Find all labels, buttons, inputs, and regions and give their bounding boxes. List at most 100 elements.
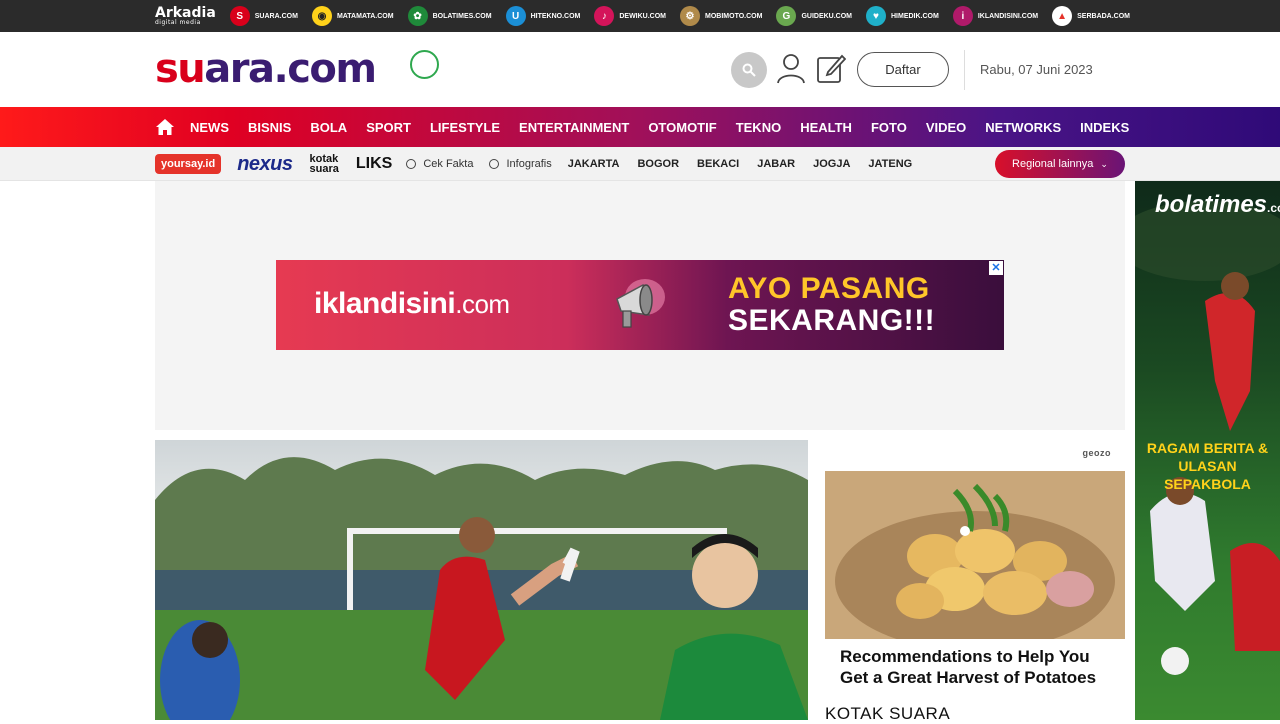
arkadia-logo[interactable]: Arkadia digital media [155, 6, 216, 26]
network-list: Arkadia digital media S SUARA.COM ◉ MATAMAT… [155, 0, 1144, 32]
sky-tagline-2: ULASAN SEPAKBOLA [1164, 458, 1251, 492]
main-nav: NEWS BISNIS BOLA SPORT LIFESTYLE ENTERTAINMEN… [0, 107, 1280, 147]
region-link-jogja[interactable]: JOGJA [813, 158, 850, 170]
region-link-jakarta[interactable]: JAKARTA [568, 158, 620, 170]
guideku-icon: G [776, 6, 797, 26]
himedik-icon: ♥ [866, 6, 886, 26]
network-label: SERBADA.COM [1077, 12, 1131, 20]
search-icon [742, 63, 756, 77]
network-link-matamata-com[interactable]: ◉ MATAMATA.COM [311, 6, 394, 26]
nav-item-indeks[interactable]: INDEKS [1080, 120, 1129, 135]
network-label: MATAMATA.COM [336, 12, 394, 20]
nav-item-video[interactable]: VIDEO [926, 120, 966, 135]
nav-item-sport[interactable]: SPORT [366, 120, 411, 135]
nav-item-bola[interactable]: BOLA [310, 120, 347, 135]
verified-badge-icon [410, 50, 439, 79]
potato-sack-image [825, 471, 1125, 639]
ad-cta-line2: SEKARANG!!! [728, 304, 936, 337]
mobimoto-icon: ⚙ [680, 6, 701, 26]
nav-item-foto[interactable]: FOTO [871, 120, 907, 135]
serbada-icon: ▲ [1052, 6, 1073, 26]
region-link-jabar[interactable]: JABAR [757, 158, 795, 170]
skyscraper-tagline: RAGAM BERITA & ULASAN SEPAKBOLA [1135, 439, 1280, 493]
nav-item-news[interactable]: NEWS [190, 120, 229, 135]
network-label: DEWIKU.COM [619, 12, 667, 20]
nav-item-bisnis[interactable]: BISNIS [248, 120, 291, 135]
network-link-serbada-com[interactable]: ▲ SERBADA.COM [1052, 6, 1130, 26]
iklandisini-icon: i [952, 6, 973, 26]
network-label: HITEKNO.COM [530, 12, 581, 20]
network-bar: Arkadia digital media S SUARA.COM ◉ MATAMAT… [0, 0, 1280, 32]
logo-red-part: su [155, 46, 206, 92]
sky-domain: .com [1267, 201, 1280, 215]
network-link-hitekno-com[interactable]: U HITEKNO.COM [505, 6, 581, 26]
user-icon[interactable] [776, 52, 806, 84]
recommendation-widget[interactable]: geozo Recommendations to Help You Get a … [825, 440, 1125, 720]
network-link-himedik-com[interactable]: ♥ HIMEDIK.COM [866, 6, 939, 26]
network-link-guideku-com[interactable]: G GUIDEKU.COM [776, 6, 852, 26]
liks-logo[interactable]: LIKS [356, 155, 392, 173]
suara-logo[interactable]: suara.com [155, 46, 377, 92]
register-button[interactable]: Daftar [857, 52, 949, 87]
regional-label: Regional lainnya [1012, 158, 1094, 170]
ad-brand-domain: .com [455, 289, 510, 319]
region-link-bogor[interactable]: BOGOR [637, 158, 679, 170]
geozo-logo: geozo [1082, 448, 1111, 458]
ad-close-icon[interactable]: ✕ [989, 261, 1003, 275]
bolatimes-skyscraper-ad[interactable]: bolatimes.com RAGAM BERITA & ULASAN SEPA… [1135, 181, 1280, 720]
network-link-mobimoto-com[interactable]: ⚙ MOBIMOTO.COM [680, 6, 762, 26]
network-label: GUIDEKU.COM [801, 12, 852, 20]
sub-nav: yoursay.id nexus kotak suara LIKS Cek Fa… [0, 147, 1280, 181]
sky-brand: bolatimes [1155, 191, 1268, 218]
regional-dropdown-button[interactable]: Regional lainnya ⌄ [995, 150, 1125, 178]
write-icon[interactable] [816, 52, 846, 84]
kotak-logo-line2: suara [309, 163, 339, 175]
hitekno-icon: U [505, 6, 526, 26]
infografis-link[interactable]: Infografis [489, 158, 552, 170]
yoursay-logo[interactable]: yoursay.id [155, 154, 222, 174]
cek-fakta-link[interactable]: Cek Fakta [406, 158, 473, 170]
nexus-logo[interactable]: nexus [237, 153, 293, 176]
network-label: MOBIMOTO.COM [705, 12, 763, 20]
network-label: HIMEDIK.COM [891, 12, 939, 20]
chevron-down-icon: ⌄ [1100, 158, 1108, 169]
kotak-suara-heading: KOTAK SUARA [825, 704, 951, 723]
ad-brand-main: iklandisini [314, 287, 456, 320]
sky-tagline-1: RAGAM BERITA & [1146, 440, 1269, 456]
infografis-label: Infografis [506, 158, 552, 170]
main-nav-items: NEWS BISNIS BOLA SPORT LIFESTYLE ENTERTAINMEN… [155, 107, 1148, 147]
site-header: suara.com Daftar Rabu, 07 Juni 2023 [0, 32, 1280, 107]
region-link-bekaci[interactable]: BEKACI [697, 158, 739, 170]
recommendation-title[interactable]: Recommendations to Help You Get a Great … [840, 646, 1120, 688]
dewiku-icon: ♪ [594, 6, 615, 26]
nav-item-tekno[interactable]: TEKNO [736, 120, 782, 135]
suara-icon: S [229, 6, 250, 26]
ad-brand-name: iklandisini.com [314, 287, 510, 321]
headline-photo[interactable] [155, 440, 808, 720]
nav-item-entertainment[interactable]: ENTERTAINMENT [519, 120, 629, 135]
network-label: IKLANDISINI.COM [977, 12, 1039, 20]
network-link-iklandisini-com[interactable]: i IKLANDISINI.COM [952, 6, 1039, 26]
ad-cta-line1: AYO PASANG [728, 272, 930, 305]
header-divider [964, 50, 965, 90]
current-date: Rabu, 07 Juni 2023 [980, 62, 1093, 77]
nav-item-networks[interactable]: NETWORKS [985, 120, 1061, 135]
network-label: SUARA.COM [254, 12, 298, 20]
nav-item-health[interactable]: HEALTH [800, 120, 852, 135]
target-icon [489, 159, 500, 169]
megaphone-icon [616, 279, 665, 328]
iklandisini-ad-banner[interactable]: iklandisini.com AYO PASANG SEKARANG!!! ✕ [276, 260, 1004, 350]
region-link-jateng[interactable]: JATENG [868, 158, 912, 170]
cek-fakta-label: Cek Fakta [423, 158, 474, 170]
search-button[interactable] [731, 52, 767, 88]
nav-item-otomotif[interactable]: OTOMOTIF [648, 120, 716, 135]
network-link-bolatimes-com[interactable]: ✿ BOLATIMES.COM [407, 6, 492, 26]
check-circle-icon [406, 159, 417, 169]
home-icon[interactable] [155, 118, 175, 136]
nav-item-lifestyle[interactable]: LIFESTYLE [430, 120, 500, 135]
leaderboard-ad-slot: iklandisini.com AYO PASANG SEKARANG!!! ✕ [155, 181, 1125, 430]
network-link-suara-com[interactable]: S SUARA.COM [229, 6, 298, 26]
kotak-suara-logo[interactable]: kotak suara [309, 154, 339, 175]
network-link-dewiku-com[interactable]: ♪ DEWIKU.COM [594, 6, 666, 26]
football-training-photo [155, 457, 808, 720]
